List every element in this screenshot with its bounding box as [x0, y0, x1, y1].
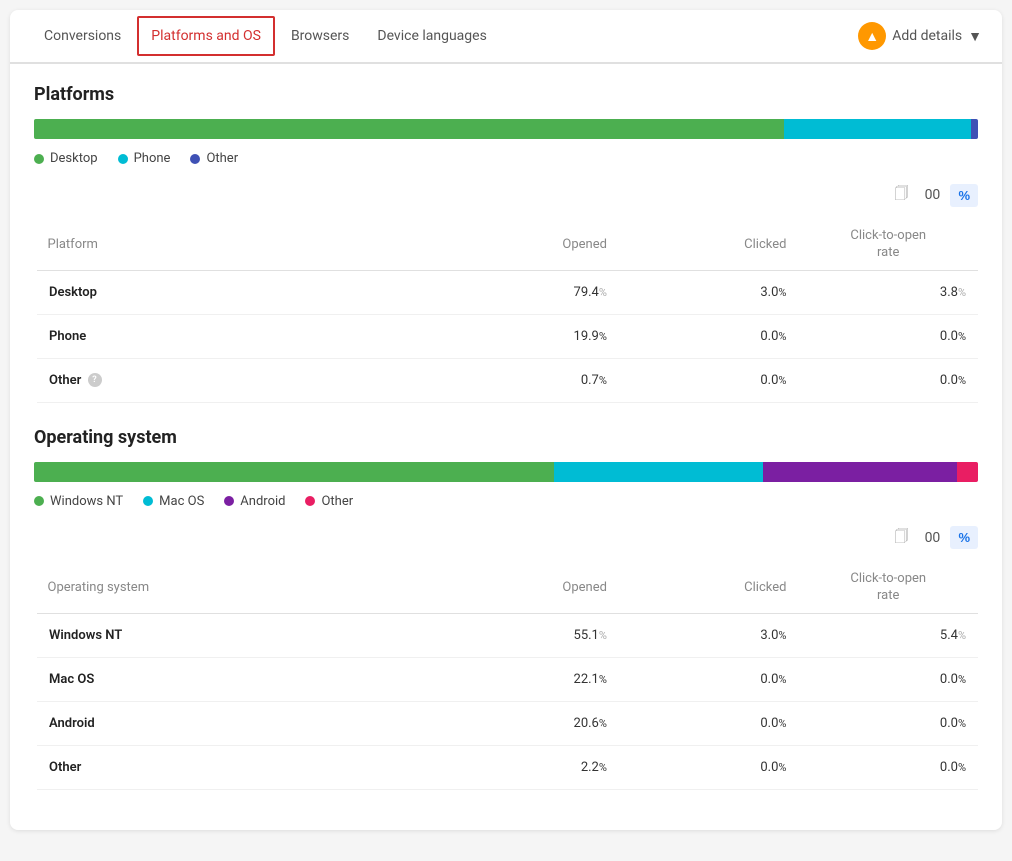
os-row-windows: Windows NT 55.1% 3.0% 5.4%	[36, 613, 979, 657]
add-details-button[interactable]: ▲ Add details ▼	[858, 22, 982, 50]
os-metric-value: 00	[920, 530, 944, 546]
legend-label-android: Android	[240, 494, 285, 509]
os-controls: 🗍 00 %	[34, 525, 978, 551]
legend-dot-phone	[118, 154, 128, 164]
platforms-row-other-clicked: 0.0%	[619, 358, 799, 402]
platforms-other-help-icon[interactable]: ?	[88, 373, 102, 387]
os-row-other-clicked: 0.0%	[619, 745, 799, 789]
os-row-other-name: Other	[36, 745, 440, 789]
legend-dot-android	[224, 496, 234, 506]
tab-conversions[interactable]: Conversions	[30, 12, 135, 60]
platforms-row-other-cto: 0.0%	[798, 358, 978, 402]
os-row-android-clicked: 0.0%	[619, 701, 799, 745]
platforms-row-desktop-opened: 79.4%	[439, 270, 619, 314]
platforms-row-phone-opened: 19.9%	[439, 314, 619, 358]
os-row-windows-clicked: 3.0%	[619, 613, 799, 657]
os-table: Operating system Opened Clicked Click-to…	[34, 563, 978, 790]
os-row-android-name: Android	[36, 701, 440, 745]
platforms-bar-desktop	[34, 119, 784, 139]
legend-dot-desktop	[34, 154, 44, 164]
legend-label-os-other: Other	[321, 494, 353, 509]
os-bar-windows	[34, 462, 554, 482]
platforms-pct-button[interactable]: %	[950, 184, 978, 207]
platforms-row-phone-cto: 0.0%	[798, 314, 978, 358]
os-row-android-opened: 20.6%	[439, 701, 619, 745]
platforms-th-platform: Platform	[36, 220, 440, 270]
main-card: Conversions Platforms and OS Browsers De…	[10, 10, 1002, 830]
os-bar-other	[957, 462, 978, 482]
os-row-android-cto: 0.0%	[798, 701, 978, 745]
platforms-row-other: Other ? 0.7% 0.0% 0.0%	[36, 358, 979, 402]
platforms-bar-other	[971, 119, 978, 139]
os-progress-bar	[34, 462, 978, 482]
legend-dot-other	[190, 154, 200, 164]
legend-label-windows: Windows NT	[50, 494, 123, 509]
platforms-row-desktop-name: Desktop	[36, 270, 440, 314]
platforms-legend: Desktop Phone Other	[34, 151, 978, 166]
platforms-th-opened: Opened	[439, 220, 619, 270]
platforms-copy-icon[interactable]: 🗍	[888, 182, 914, 208]
platforms-table: Platform Opened Clicked Click-to-openrat…	[34, 220, 978, 403]
os-row-android: Android 20.6% 0.0% 0.0%	[36, 701, 979, 745]
os-th-cto: Click-to-openrate	[798, 563, 978, 613]
os-row-macos-cto: 0.0%	[798, 657, 978, 701]
platforms-row-desktop-clicked: 3.0%	[619, 270, 799, 314]
os-row-other-opened: 2.2%	[439, 745, 619, 789]
legend-phone: Phone	[118, 151, 171, 166]
os-row-windows-cto: 5.4%	[798, 613, 978, 657]
legend-os-other: Other	[305, 494, 353, 509]
os-bar-macos	[554, 462, 763, 482]
platforms-controls: 🗍 00 %	[34, 182, 978, 208]
platforms-row-other-name: Other ?	[36, 358, 440, 402]
platforms-row-desktop: Desktop 79.4% 3.0% 3.8%	[36, 270, 979, 314]
platforms-metric-value: 00	[920, 187, 944, 203]
legend-dot-macos	[143, 496, 153, 506]
tab-device-languages[interactable]: Device languages	[363, 12, 500, 60]
tab-platforms-os[interactable]: Platforms and OS	[137, 16, 275, 56]
legend-macos: Mac OS	[143, 494, 204, 509]
platforms-row-phone: Phone 19.9% 0.0% 0.0%	[36, 314, 979, 358]
legend-dot-windows	[34, 496, 44, 506]
os-row-other-cto: 0.0%	[798, 745, 978, 789]
platforms-row-desktop-cto: 3.8%	[798, 270, 978, 314]
os-th-platform: Operating system	[36, 563, 440, 613]
os-row-macos-clicked: 0.0%	[619, 657, 799, 701]
legend-windows: Windows NT	[34, 494, 123, 509]
legend-label-phone: Phone	[134, 151, 171, 166]
add-details-icon: ▲	[858, 22, 886, 50]
os-row-macos-name: Mac OS	[36, 657, 440, 701]
legend-label-desktop: Desktop	[50, 151, 98, 166]
platforms-th-cto: Click-to-openrate	[798, 220, 978, 270]
os-row-other: Other 2.2% 0.0% 0.0%	[36, 745, 979, 789]
add-details-chevron: ▼	[968, 28, 982, 45]
legend-desktop: Desktop	[34, 151, 98, 166]
os-row-macos-opened: 22.1%	[439, 657, 619, 701]
platforms-th-clicked: Clicked	[619, 220, 799, 270]
os-row-windows-opened: 55.1%	[439, 613, 619, 657]
os-bar-android	[763, 462, 957, 482]
legend-label-macos: Mac OS	[159, 494, 204, 509]
os-title: Operating system	[34, 427, 978, 448]
tabs-bar: Conversions Platforms and OS Browsers De…	[10, 10, 1002, 64]
add-details-label: Add details	[892, 28, 962, 44]
legend-dot-os-other	[305, 496, 315, 506]
platforms-title: Platforms	[34, 84, 978, 105]
legend-label-other: Other	[206, 151, 238, 166]
tab-browsers[interactable]: Browsers	[277, 12, 363, 60]
platforms-progress-bar	[34, 119, 978, 139]
os-legend: Windows NT Mac OS Android Other	[34, 494, 978, 509]
platforms-bar-phone	[784, 119, 972, 139]
legend-android: Android	[224, 494, 285, 509]
platforms-row-phone-name: Phone	[36, 314, 440, 358]
os-row-windows-name: Windows NT	[36, 613, 440, 657]
platforms-row-other-opened: 0.7%	[439, 358, 619, 402]
os-copy-icon[interactable]: 🗍	[888, 525, 914, 551]
os-th-clicked: Clicked	[619, 563, 799, 613]
os-th-opened: Opened	[439, 563, 619, 613]
os-pct-button[interactable]: %	[950, 526, 978, 549]
platforms-row-phone-clicked: 0.0%	[619, 314, 799, 358]
main-content: Platforms Desktop Phone Other 🗍	[10, 64, 1002, 810]
os-row-macos: Mac OS 22.1% 0.0% 0.0%	[36, 657, 979, 701]
legend-other: Other	[190, 151, 238, 166]
